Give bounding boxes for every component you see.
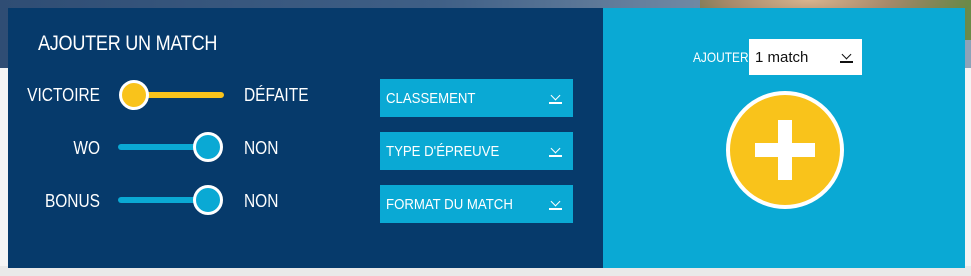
bonus-value: NON	[244, 191, 279, 211]
add-match-panel: AJOUTER 1 match	[603, 8, 965, 268]
chevron-down-icon	[549, 144, 563, 158]
chevron-down-icon	[549, 197, 563, 211]
wo-value: NON	[244, 138, 279, 158]
match-form-panel: AJOUTER UN MATCH VICTOIRE DÉFAITE WO NON…	[8, 8, 604, 268]
chevron-down-icon	[549, 91, 563, 105]
result-left-label: VICTOIRE	[27, 85, 100, 105]
classement-select[interactable]: CLASSEMENT	[380, 79, 573, 117]
bonus-label: BONUS	[44, 191, 100, 211]
match-quantity-value: 1 match	[755, 48, 809, 66]
classement-select-label: CLASSEMENT	[386, 89, 476, 107]
format-match-select-label: FORMAT DU MATCH	[386, 195, 513, 213]
match-quantity-select[interactable]: 1 match	[749, 39, 862, 75]
plus-icon-vertical-bar	[778, 120, 792, 180]
chevron-down-icon	[840, 50, 854, 64]
wo-toggle-knob[interactable]	[193, 132, 223, 162]
ajouter-label: AJOUTER	[693, 49, 749, 65]
type-epreuve-select[interactable]: TYPE D'ÉPREUVE	[380, 132, 573, 170]
result-toggle-knob[interactable]	[119, 80, 149, 110]
type-epreuve-select-label: TYPE D'ÉPREUVE	[386, 142, 500, 160]
format-match-select[interactable]: FORMAT DU MATCH	[380, 185, 573, 223]
form-title: AJOUTER UN MATCH	[38, 32, 218, 55]
result-right-label: DÉFAITE	[244, 85, 309, 105]
wo-label: WO	[73, 138, 100, 158]
bonus-toggle-knob[interactable]	[193, 185, 223, 215]
add-match-button[interactable]	[726, 91, 844, 209]
